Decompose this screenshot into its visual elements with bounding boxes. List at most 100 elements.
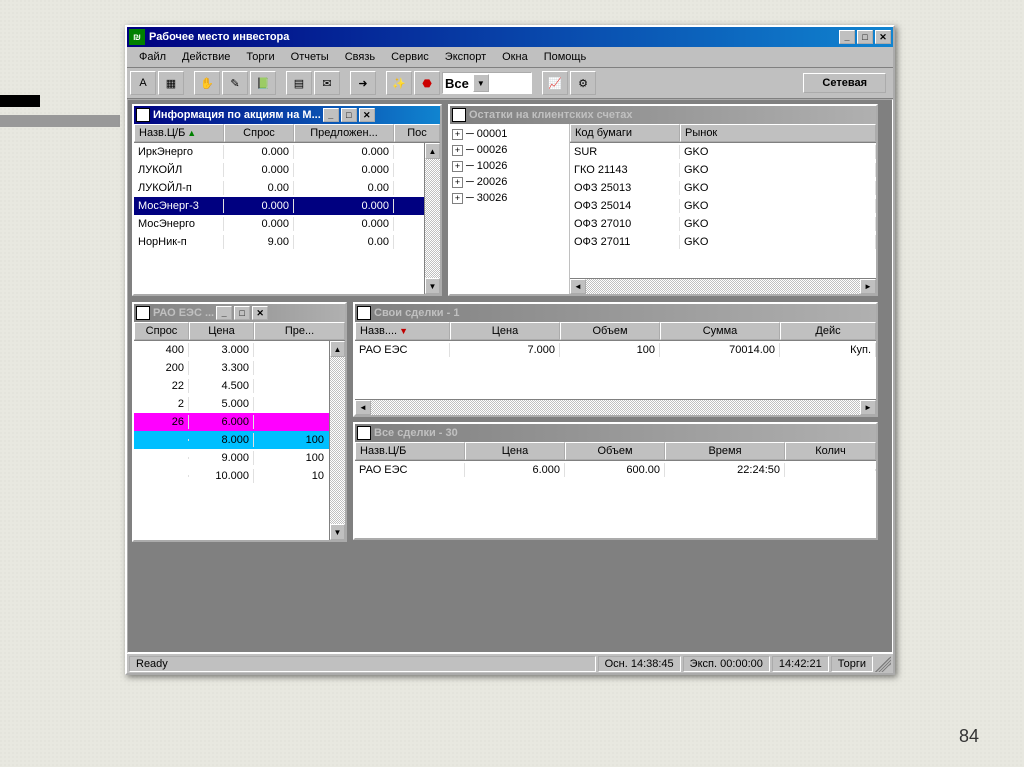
col-name[interactable]: Назв....▼ — [355, 322, 450, 340]
col-code[interactable]: Код бумаги — [570, 124, 680, 142]
table-row[interactable]: ЛУКОЙЛ-п0.000.00 — [134, 179, 440, 197]
toolbar-btn-send[interactable]: ➜ — [350, 71, 376, 95]
col-name[interactable]: Назв.Ц/Б — [355, 442, 465, 460]
table-row[interactable]: ОФЗ 25013GKO — [570, 179, 876, 197]
menubar: Файл Действие Торги Отчеты Связь Сервис … — [127, 47, 893, 68]
tree-item[interactable]: +─20026 — [452, 174, 567, 190]
minimize-button[interactable]: _ — [216, 306, 232, 320]
menu-trades[interactable]: Торги — [238, 49, 282, 65]
app-icon: ₪ — [129, 29, 145, 45]
table-row[interactable]: ОФЗ 27010GKO — [570, 215, 876, 233]
col-vol[interactable]: Объем — [560, 322, 660, 340]
col-vol[interactable]: Объем — [565, 442, 665, 460]
maximize-button[interactable]: □ — [857, 30, 873, 44]
maximize-button[interactable]: □ — [234, 306, 250, 320]
menu-service[interactable]: Сервис — [383, 49, 437, 65]
balances-titlebar[interactable]: Остатки на клиентских счетах — [450, 106, 876, 124]
menu-file[interactable]: Файл — [131, 49, 174, 65]
tree-item[interactable]: +─10026 — [452, 158, 567, 174]
table-row[interactable]: РАО ЕЭС7.00010070014.00Куп. — [355, 341, 876, 359]
tree-item[interactable]: +─30026 — [452, 190, 567, 206]
table-row[interactable]: 2003.300 — [134, 359, 345, 377]
toolbar-btn-list[interactable]: ▤ — [286, 71, 312, 95]
col-qty[interactable]: Колич — [785, 442, 876, 460]
table-row[interactable]: 266.000 — [134, 413, 345, 431]
menu-action[interactable]: Действие — [174, 49, 238, 65]
close-button[interactable]: ✕ — [359, 108, 375, 122]
menu-help[interactable]: Помощь — [536, 49, 595, 65]
col-time[interactable]: Время — [665, 442, 785, 460]
col-price[interactable]: Цена — [189, 322, 254, 340]
table-row[interactable]: 25.000 — [134, 395, 345, 413]
toolbar-btn-wand[interactable]: ✨ — [386, 71, 412, 95]
toolbar-btn-settings[interactable]: ⚙ — [570, 71, 596, 95]
chevron-down-icon[interactable]: ▼ — [473, 74, 489, 92]
col-ask[interactable]: Предложен... — [294, 124, 394, 142]
info-titlebar[interactable]: Информация по акциям на М... _ □ ✕ — [134, 106, 440, 124]
table-row[interactable]: 4003.000 — [134, 341, 345, 359]
slide-decoration — [0, 95, 40, 107]
table-row[interactable]: НорНик-п9.000.00 — [134, 233, 440, 251]
close-button[interactable]: ✕ — [875, 30, 891, 44]
table-row[interactable]: МосЭнерг-30.0000.000 — [134, 197, 440, 215]
col-sum[interactable]: Сумма — [660, 322, 780, 340]
slide-decoration — [0, 115, 120, 127]
col-bid[interactable]: Спрос — [134, 322, 189, 340]
toolbar-btn-hand[interactable]: ✋ — [194, 71, 220, 95]
table-row[interactable]: ОФЗ 25014GKO — [570, 197, 876, 215]
accounts-tree[interactable]: +─00001+─00026+─10026+─20026+─30026 — [450, 124, 570, 294]
col-act[interactable]: Дейс — [780, 322, 876, 340]
filter-combo[interactable]: Все ▼ — [442, 72, 532, 94]
col-market[interactable]: Рынок — [680, 124, 876, 142]
tree-item[interactable]: +─00001 — [452, 126, 567, 142]
all-deals-titlebar[interactable]: Все сделки - 30 — [355, 424, 876, 442]
minimize-button[interactable]: _ — [323, 108, 339, 122]
maximize-button[interactable]: □ — [341, 108, 357, 122]
vertical-scrollbar[interactable]: ▲▼ — [424, 143, 440, 294]
col-ask[interactable]: Пре... — [254, 322, 345, 340]
toolbar-btn-stop[interactable]: ⬣ — [414, 71, 440, 95]
toolbar-btn-font[interactable]: A — [130, 71, 156, 95]
horizontal-scrollbar[interactable]: ◄► — [355, 399, 876, 415]
resize-grip[interactable] — [875, 656, 891, 672]
table-row[interactable]: SURGKO — [570, 143, 876, 161]
horizontal-scrollbar[interactable]: ◄► — [570, 278, 876, 294]
info-window: Информация по акциям на М... _ □ ✕ Назв.… — [132, 104, 442, 296]
close-button[interactable]: ✕ — [252, 306, 268, 320]
toolbar-btn-chart[interactable]: 📈 — [542, 71, 568, 95]
all-deals-window: Все сделки - 30 Назв.Ц/Б Цена Объем Врем… — [353, 422, 878, 540]
balances-grid-body: SURGKOГКО 21143GKOОФЗ 25013GKOОФЗ 25014G… — [570, 143, 876, 278]
menu-export[interactable]: Экспорт — [437, 49, 494, 65]
toolbar-btn-mail[interactable]: ✉ — [314, 71, 340, 95]
col-last[interactable]: Пос — [394, 124, 440, 142]
table-row[interactable]: 8.000100 — [134, 431, 345, 449]
status-osn: Осн. 14:38:45 — [598, 656, 681, 672]
table-row[interactable]: 224.500 — [134, 377, 345, 395]
tree-item[interactable]: +─00026 — [452, 142, 567, 158]
table-row[interactable]: 9.000100 — [134, 449, 345, 467]
col-price[interactable]: Цена — [465, 442, 565, 460]
table-row[interactable]: ОФЗ 27011GKO — [570, 233, 876, 251]
table-row[interactable]: ГКО 21143GKO — [570, 161, 876, 179]
toolbar-btn-book[interactable]: 📗 — [250, 71, 276, 95]
toolbar-btn-calc[interactable]: ▦ — [158, 71, 184, 95]
table-row[interactable]: ЛУКОЙЛ0.0000.000 — [134, 161, 440, 179]
rao-window: РАО ЕЭС ... _ □ ✕ Спрос Цена Пре... 4003… — [132, 302, 347, 542]
table-row[interactable]: 10.00010 — [134, 467, 345, 485]
menu-reports[interactable]: Отчеты — [283, 49, 337, 65]
vertical-scrollbar[interactable]: ▲▼ — [329, 341, 345, 540]
rao-titlebar[interactable]: РАО ЕЭС ... _ □ ✕ — [134, 304, 345, 322]
table-row[interactable]: МосЭнерго0.0000.000 — [134, 215, 440, 233]
app-titlebar[interactable]: ₪ Рабочее место инвестора _ □ ✕ — [127, 27, 893, 47]
own-deals-titlebar[interactable]: Свои сделки - 1 — [355, 304, 876, 322]
table-row[interactable]: РАО ЕЭС6.000600.0022:24:50 — [355, 461, 876, 479]
col-price[interactable]: Цена — [450, 322, 560, 340]
col-bid[interactable]: Спрос — [224, 124, 294, 142]
menu-windows[interactable]: Окна — [494, 49, 536, 65]
table-row[interactable]: ИркЭнерго0.0000.000 — [134, 143, 440, 161]
menu-connection[interactable]: Связь — [337, 49, 383, 65]
own-deals-window: Свои сделки - 1 Назв....▼ Цена Объем Сум… — [353, 302, 878, 417]
minimize-button[interactable]: _ — [839, 30, 855, 44]
col-name[interactable]: Назв.Ц/Б▲ — [134, 124, 224, 142]
toolbar-btn-edit[interactable]: ✎ — [222, 71, 248, 95]
